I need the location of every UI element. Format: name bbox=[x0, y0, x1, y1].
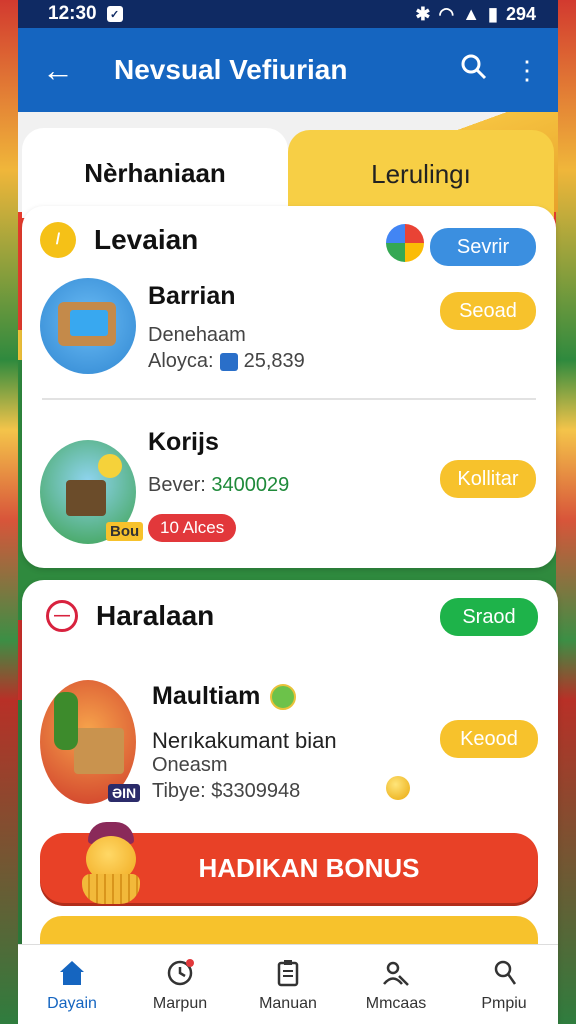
right-decor bbox=[556, 0, 576, 1024]
no-entry-icon: — bbox=[46, 600, 78, 632]
verified-icon bbox=[270, 683, 297, 710]
nav-item-home[interactable]: Dayain bbox=[18, 945, 126, 1024]
item-thumbnail bbox=[40, 278, 136, 374]
app-logo-icon bbox=[386, 224, 424, 262]
bluetooth-icon: ✱ bbox=[415, 3, 431, 24]
section-header: / Levaian bbox=[40, 222, 198, 258]
nav-label: Dayain bbox=[47, 994, 97, 1012]
nav-item-marpun[interactable]: Marpun bbox=[126, 945, 234, 1024]
section-action-button[interactable]: Sraod bbox=[440, 598, 538, 636]
section-action-button[interactable]: Sevrir bbox=[430, 228, 536, 266]
section-header: — Haralaan bbox=[46, 600, 214, 632]
battery-icon: ▮ bbox=[488, 3, 498, 24]
status-badge: 10 Alces bbox=[148, 514, 237, 542]
profile-icon bbox=[488, 957, 520, 989]
item-stat-label: Aloyca: bbox=[148, 350, 214, 372]
bottom-nav: Dayain Marpun Manuan Mmcaas Pmpiu bbox=[18, 944, 558, 1024]
tab-bar: Nèrhaniaan Lerulingı bbox=[22, 128, 554, 218]
signal-icon: ▲ bbox=[462, 3, 481, 24]
item-stat: Aloyca: 25,839 bbox=[148, 350, 305, 373]
status-bar: 12:30 ✓ ✱ ◠ ▲ ▮ 294 bbox=[18, 0, 558, 28]
item-title: Barrian bbox=[148, 282, 236, 310]
nav-label: Marpun bbox=[152, 994, 208, 1012]
nav-label: Pmpiu bbox=[481, 994, 527, 1012]
nav-item-manuan[interactable]: Manuan bbox=[234, 945, 342, 1024]
item-title: Korijs bbox=[148, 428, 219, 456]
status-time: 12:30 bbox=[48, 3, 97, 24]
nav-label: Manuan bbox=[259, 994, 317, 1012]
back-arrow-icon[interactable]: ← bbox=[42, 52, 82, 89]
item-stat-label: Bever: bbox=[148, 474, 206, 496]
people-icon bbox=[380, 957, 412, 989]
item-action-button[interactable]: Keood bbox=[440, 720, 538, 758]
section-title: Levaian bbox=[94, 224, 199, 255]
battery-level: 294 bbox=[505, 3, 536, 24]
nav-item-pmpiu[interactable]: Pmpiu bbox=[450, 945, 558, 1024]
thumb-tag: ƏIN bbox=[108, 784, 141, 802]
home-icon bbox=[56, 957, 88, 989]
search-icon[interactable] bbox=[460, 53, 488, 88]
clipboard-icon bbox=[272, 957, 304, 989]
wifi-icon: ◠ bbox=[438, 3, 455, 24]
bonus-label: HADIKAN BONUS bbox=[198, 852, 420, 883]
nav-item-mmcaas[interactable]: Mmcaas bbox=[342, 945, 450, 1024]
item-title: Maultiam bbox=[152, 682, 261, 710]
coin-icon bbox=[386, 776, 410, 800]
divider bbox=[42, 398, 536, 400]
item-stat: Bever: 3400029 bbox=[148, 474, 289, 497]
item-header: Maultiam bbox=[152, 682, 297, 711]
item-action-button[interactable]: Kollitar bbox=[440, 460, 536, 498]
section-title: Haralaan bbox=[96, 600, 215, 631]
clock-icon bbox=[164, 957, 196, 989]
nav-label: Mmcaas bbox=[365, 994, 427, 1012]
pencil-icon: / bbox=[40, 222, 76, 258]
left-decor bbox=[0, 0, 18, 1024]
stat-icon bbox=[219, 352, 238, 371]
tab-lerulingi[interactable]: Lerulingı bbox=[288, 130, 554, 218]
section-card-levaian: / Levaian Sevrir Barrian Denehaam Aloyca… bbox=[22, 206, 556, 568]
item-stat-value: 25,839 bbox=[243, 350, 305, 372]
item-price: Tibye: $3309948 bbox=[152, 780, 301, 802]
item-subtitle: Denehaam bbox=[148, 324, 246, 346]
more-options-icon[interactable]: ⋮ bbox=[514, 55, 540, 86]
mascot-icon bbox=[78, 822, 144, 908]
page-title: Nevsual Vefiurian bbox=[114, 54, 348, 85]
item-subtitle: Nerıkakumant bian bbox=[152, 728, 337, 753]
item-action-button[interactable]: Seoad bbox=[440, 292, 536, 330]
notification-icon: ✓ bbox=[106, 6, 123, 22]
item-detail: Oneasm bbox=[152, 754, 228, 776]
item-stat-value: 3400029 bbox=[211, 474, 290, 496]
tab-nerhaniaan[interactable]: Nèrhaniaan bbox=[22, 128, 288, 218]
thumb-tag: Bou bbox=[106, 522, 144, 541]
app-bar: ← Nevsual Vefiurian ⋮ bbox=[18, 28, 558, 112]
